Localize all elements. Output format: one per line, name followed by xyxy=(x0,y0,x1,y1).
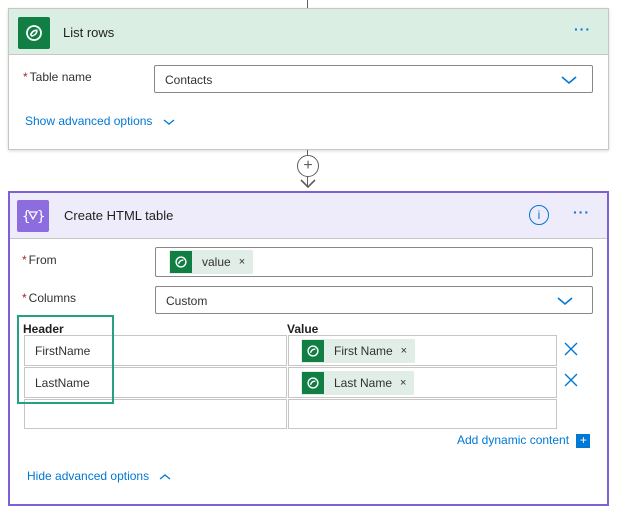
html-table-title: Create HTML table xyxy=(64,208,174,223)
delete-row-1-icon[interactable] xyxy=(563,341,579,357)
table-name-label-text: Table name xyxy=(29,70,92,84)
from-label-text: From xyxy=(28,253,57,267)
value-cell-empty[interactable] xyxy=(288,399,557,429)
remove-token-icon[interactable]: × xyxy=(239,256,245,268)
columns-label: * Columns xyxy=(22,291,77,305)
list-rows-header[interactable]: List rows ··· xyxy=(9,9,608,55)
columns-dropdown[interactable]: Custom xyxy=(155,286,593,314)
info-icon[interactable]: i xyxy=(529,205,549,225)
value-cell-1[interactable]: First Name × xyxy=(288,335,557,366)
html-table-more-menu[interactable]: ··· xyxy=(573,204,590,220)
list-rows-more-menu[interactable]: ··· xyxy=(574,21,591,37)
value-token[interactable]: value × xyxy=(169,250,254,274)
remove-token-icon[interactable]: × xyxy=(400,377,406,389)
show-advanced-options-text: Show advanced options xyxy=(25,114,153,128)
add-dynamic-content-icon: + xyxy=(576,433,591,448)
table-name-dropdown[interactable]: Contacts xyxy=(154,65,593,93)
value-cell-2[interactable]: Last Name × xyxy=(288,367,557,398)
last-name-token-label: Last Name xyxy=(334,376,393,390)
list-rows-card: List rows ··· * Table name Contacts Show … xyxy=(8,8,609,150)
table-name-value: Contacts xyxy=(165,73,213,87)
value-column-title: Value xyxy=(287,322,319,336)
hide-advanced-options-text: Hide advanced options xyxy=(27,469,150,483)
data-operation-icon: {} xyxy=(17,200,49,232)
chevron-down-icon xyxy=(163,119,175,125)
arrow-down-icon xyxy=(300,179,316,189)
columns-label-text: Columns xyxy=(28,291,77,305)
list-rows-title: List rows xyxy=(63,25,115,40)
info-icon-glyph: i xyxy=(537,208,541,222)
add-dynamic-content-link[interactable]: Add dynamic content + xyxy=(457,433,591,448)
from-field[interactable]: value × xyxy=(155,247,593,277)
value-token-label: value xyxy=(202,255,231,269)
insert-step-button[interactable]: + xyxy=(297,155,319,177)
dataverse-icon xyxy=(302,340,324,362)
last-name-token[interactable]: Last Name × xyxy=(301,371,415,395)
dataverse-icon xyxy=(170,251,192,273)
create-html-table-card: {} Create HTML table i ··· *From value ×… xyxy=(8,191,609,506)
table-name-label: * Table name xyxy=(23,70,92,84)
plus-icon: + xyxy=(303,157,313,174)
dataverse-icon xyxy=(18,17,50,49)
remove-token-icon[interactable]: × xyxy=(401,345,407,357)
chevron-down-icon xyxy=(557,297,573,306)
from-label: * From xyxy=(22,253,57,267)
first-name-token[interactable]: First Name × xyxy=(301,339,416,363)
add-dynamic-content-text: Add dynamic content xyxy=(457,433,570,447)
chevron-up-icon xyxy=(160,473,171,480)
show-advanced-options-link[interactable]: Show advanced options xyxy=(25,114,176,128)
hide-advanced-options-link[interactable]: Hide advanced options xyxy=(27,469,172,483)
first-name-token-label: First Name xyxy=(334,344,393,358)
header-column-highlight xyxy=(17,315,114,404)
delete-row-2-icon[interactable] xyxy=(563,372,579,388)
columns-value: Custom xyxy=(166,294,208,308)
chevron-down-icon xyxy=(561,76,577,85)
dataverse-icon xyxy=(302,372,324,394)
top-connector-line xyxy=(307,0,308,8)
html-table-header[interactable]: {} Create HTML table i ··· xyxy=(10,193,607,239)
